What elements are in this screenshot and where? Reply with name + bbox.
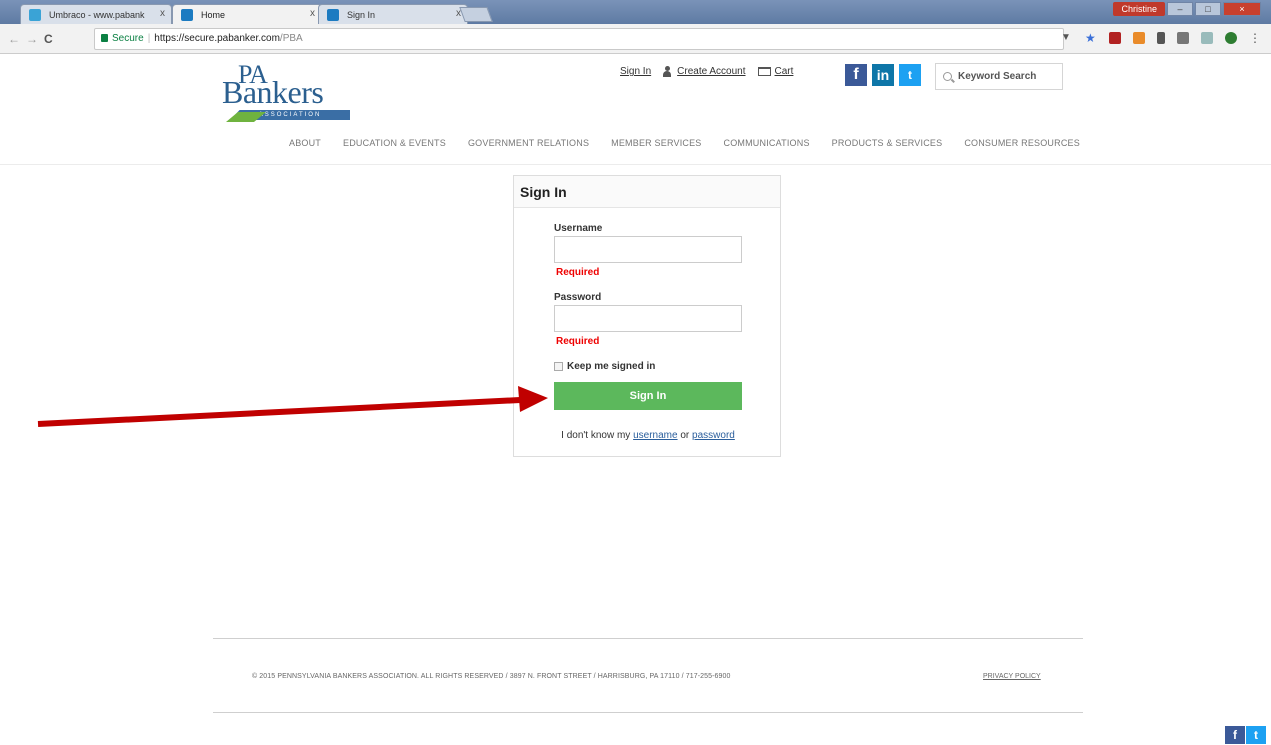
copyright-text: © 2015 PENNSYLVANIA BANKERS ASSOCIATION.… (252, 673, 731, 680)
footer-top-divider (213, 638, 1083, 639)
privacy-policy-link[interactable]: PRIVACY POLICY (983, 673, 1041, 680)
footer-social-links: f t (1225, 726, 1266, 744)
footer-twitter-icon[interactable]: t (1246, 726, 1266, 744)
annotation-arrow (37, 386, 548, 427)
footer-bottom-divider (213, 712, 1083, 713)
footer-facebook-icon[interactable]: f (1225, 726, 1245, 744)
